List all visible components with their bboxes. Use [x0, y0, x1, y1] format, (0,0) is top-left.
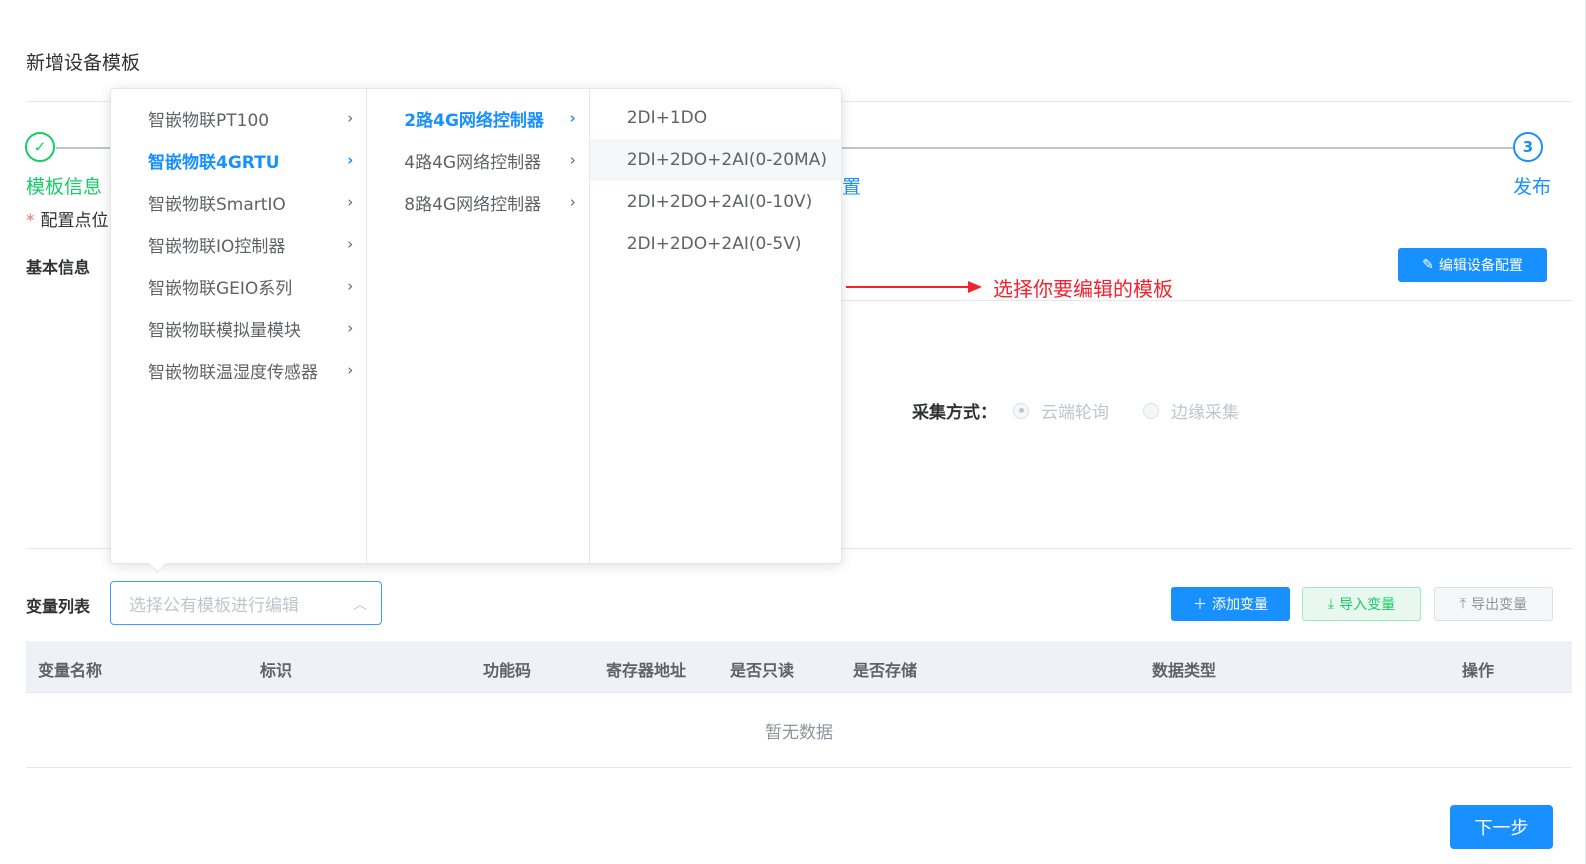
- cascader-item[interactable]: 2DI+2DO+2AI(0-5V): [590, 223, 841, 265]
- template-select-placeholder: 选择公有模板进行编辑: [129, 595, 299, 616]
- export-variable-button[interactable]: ⤒ 导出变量: [1434, 587, 1553, 621]
- chevron-right-icon: ›: [347, 151, 354, 169]
- import-variable-button[interactable]: ⤓ 导入变量: [1302, 587, 1421, 621]
- col-function-code: 功能码: [483, 661, 532, 680]
- cascader-item[interactable]: 4路4G网络控制器 ›: [367, 139, 588, 181]
- cascader-item[interactable]: 智嵌物联PT100 ›: [111, 97, 366, 139]
- variables-table-header: 变量名称 标识 功能码 寄存器地址 是否只读 是否存储 数据类型 操作: [26, 641, 1572, 693]
- chevron-right-icon: ›: [347, 277, 354, 295]
- radio-dot-icon: [1013, 402, 1029, 419]
- col-name: 变量名称: [38, 661, 103, 680]
- cascader-item-active[interactable]: 智嵌物联4GRTU ›: [111, 139, 366, 181]
- chevron-right-icon: ›: [347, 109, 354, 127]
- config-points-label: * 配置点位: [26, 211, 109, 231]
- chevron-right-icon: ›: [569, 151, 576, 169]
- collect-method-label: 采集方式：: [912, 403, 997, 423]
- template-select[interactable]: 选择公有模板进行编辑 ︿: [110, 581, 382, 625]
- cascader-menu-level1: 智嵌物联PT100 › 智嵌物联4GRTU › 智嵌物联SmartIO › 智嵌物联I…: [111, 89, 368, 563]
- cascader-menu-level2: 2路4G网络控制器 › 4路4G网络控制器 › 8路4G网络控制器 ›: [367, 89, 590, 563]
- edit-config-button[interactable]: ✎ 编辑设备配置: [1398, 248, 1547, 282]
- basic-info-divider: [842, 300, 1572, 301]
- cascader-dropdown: 智嵌物联PT100 › 智嵌物联4GRTU › 智嵌物联SmartIO › 智嵌物联I…: [110, 88, 842, 564]
- col-stored: 是否存储: [853, 661, 918, 680]
- cascader-item-active[interactable]: 2路4G网络控制器 ›: [367, 97, 588, 139]
- step-line-2: [842, 147, 1514, 149]
- cascader-item[interactable]: 2DI+2DO+2AI(0-10V): [590, 181, 841, 223]
- cascader-menu-level3: 2DI+1DO 2DI+2DO+2AI(0-20MA) 2DI+2DO+2AI(…: [589, 89, 841, 563]
- step-1-label: 模板信息: [26, 176, 103, 198]
- col-data-type: 数据类型: [1152, 661, 1217, 680]
- chevron-up-icon: ︿: [353, 597, 367, 613]
- col-identifier: 标识: [260, 661, 293, 680]
- download-icon: ⤓: [1327, 596, 1335, 612]
- cascader-item[interactable]: 智嵌物联SmartIO ›: [111, 181, 366, 223]
- radio-cloud-polling[interactable]: 云端轮询: [1013, 398, 1109, 423]
- cascader-item[interactable]: 智嵌物联温湿度传感器 ›: [111, 349, 366, 391]
- edit-icon: ✎: [1422, 257, 1434, 273]
- step-2-label: 置: [842, 176, 862, 198]
- col-readonly: 是否只读: [730, 661, 795, 680]
- chevron-right-icon: ›: [569, 193, 576, 211]
- step-3-label: 发布: [1513, 176, 1552, 198]
- col-register-address: 寄存器地址: [606, 661, 687, 680]
- plus-icon: ＋: [1193, 597, 1207, 613]
- chevron-right-icon: ›: [569, 109, 576, 127]
- required-star: *: [26, 211, 35, 231]
- annotation-arrow: [846, 281, 982, 293]
- page-title: 新增设备模板: [26, 52, 141, 74]
- cascader-item[interactable]: 智嵌物联模拟量模块 ›: [111, 307, 366, 349]
- add-variable-button[interactable]: ＋添加变量: [1171, 587, 1290, 621]
- variables-label: 变量列表: [26, 597, 91, 616]
- radio-edge-collect[interactable]: 边缘采集: [1143, 398, 1239, 423]
- basic-info-label: 基本信息: [26, 258, 91, 277]
- step-3-circle: 3: [1513, 132, 1543, 162]
- cascader-item-hover[interactable]: 2DI+2DO+2AI(0-20MA): [589, 139, 841, 181]
- chevron-right-icon: ›: [347, 361, 354, 379]
- cascader-item[interactable]: 8路4G网络控制器 ›: [367, 181, 588, 223]
- table-empty-text: 暂无数据: [26, 693, 1572, 768]
- upload-icon: ⤒: [1459, 596, 1467, 612]
- next-step-button[interactable]: 下一步: [1450, 805, 1553, 849]
- collect-method: 采集方式： 云端轮询 边缘采集: [912, 398, 1273, 423]
- col-actions: 操作: [1462, 661, 1495, 680]
- radio-dot-icon: [1143, 402, 1159, 419]
- cascader-item[interactable]: 智嵌物联GEIO系列 ›: [111, 265, 366, 307]
- chevron-right-icon: ›: [347, 319, 354, 337]
- chevron-right-icon: ›: [347, 193, 354, 211]
- cascader-item[interactable]: 智嵌物联IO控制器 ›: [111, 223, 366, 265]
- step-line-1: [56, 147, 116, 149]
- step-done-icon: ✓: [25, 132, 55, 162]
- cascader-item[interactable]: 2DI+1DO: [590, 97, 841, 139]
- annotation-text: 选择你要编辑的模板: [993, 277, 1173, 301]
- chevron-right-icon: ›: [347, 235, 354, 253]
